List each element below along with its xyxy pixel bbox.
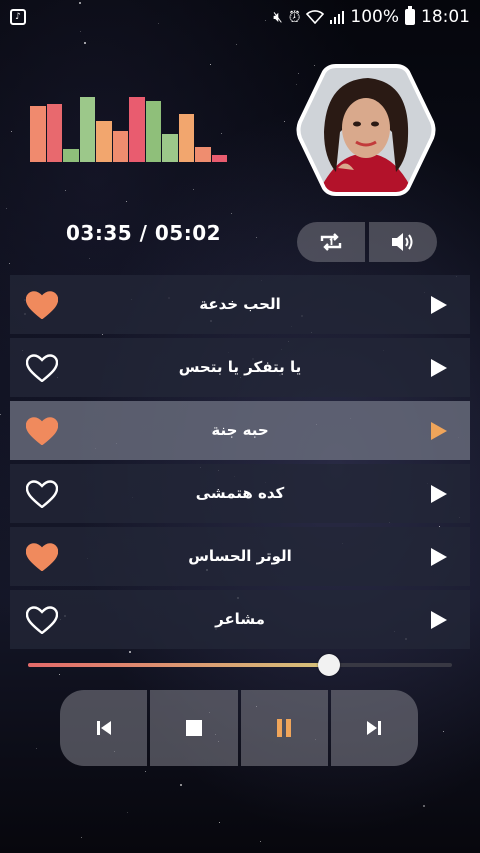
track-row[interactable]: كده هتمشى [10, 464, 470, 523]
equalizer-bar [79, 97, 95, 162]
heart-filled-icon[interactable] [25, 291, 59, 320]
track-row[interactable]: مشاعر [10, 590, 470, 649]
next-icon [367, 721, 382, 735]
track-title: حبه جنة [211, 421, 269, 439]
equalizer-bar [195, 147, 211, 162]
play-icon[interactable] [430, 295, 448, 315]
heart-outline-icon[interactable] [25, 606, 59, 635]
seek-bar[interactable] [28, 654, 452, 676]
equalizer-bar [145, 101, 161, 162]
track-title: الوتر الحساس [188, 547, 292, 565]
seek-progress [28, 663, 330, 667]
equalizer-bar [30, 106, 46, 162]
equalizer-bar [46, 104, 62, 162]
previous-icon [96, 721, 111, 735]
artist-avatar [296, 62, 436, 198]
battery-icon [405, 6, 415, 25]
heart-outline-icon[interactable] [25, 354, 59, 383]
repeat-one-icon [320, 233, 342, 251]
track-title: يا بتفكر يا بتحس [178, 358, 302, 376]
stop-icon [185, 720, 202, 736]
equalizer-bar [96, 121, 112, 162]
battery-percent: 100% [350, 7, 399, 27]
play-icon[interactable] [430, 421, 448, 441]
track-row[interactable]: يا بتفكر يا بتحس [10, 338, 470, 397]
equalizer-bar [178, 114, 194, 162]
equalizer-visualizer [30, 88, 230, 162]
track-row[interactable]: حبه جنة [10, 401, 470, 460]
alarm-icon: ⏰︎ [288, 8, 301, 26]
play-icon[interactable] [430, 484, 448, 504]
time-display: 03:35 / 05:02 [66, 221, 222, 245]
track-title: الحب خدعة [199, 295, 281, 313]
equalizer-bar [112, 131, 128, 162]
next-button[interactable] [330, 690, 418, 766]
status-bar: ♪ 🔇︎ ⏰︎ 100% 18:01 [0, 0, 480, 34]
pause-icon [277, 719, 292, 737]
equalizer-bar [211, 155, 227, 162]
seek-thumb[interactable] [318, 654, 341, 676]
track-row[interactable]: الوتر الحساس [10, 527, 470, 586]
track-row[interactable]: الحب خدعة [10, 275, 470, 334]
mute-icon: 🔇︎ [273, 8, 283, 26]
volume-icon [392, 233, 413, 251]
heart-outline-icon[interactable] [25, 480, 59, 509]
equalizer-bar [129, 97, 145, 162]
pause-button[interactable] [240, 690, 328, 766]
track-title: كده هتمشى [195, 484, 285, 502]
track-title: مشاعر [215, 610, 265, 628]
play-icon[interactable] [430, 547, 448, 567]
heart-filled-icon[interactable] [25, 543, 59, 572]
play-icon[interactable] [430, 358, 448, 378]
heart-filled-icon[interactable] [25, 417, 59, 446]
repeat-button[interactable] [297, 222, 365, 262]
equalizer-bar [162, 134, 178, 162]
track-list: الحب خدعة يا بتفكر يا بتحس حبه جنة كده هتمش… [10, 275, 470, 653]
previous-button[interactable] [60, 690, 148, 766]
play-icon[interactable] [430, 610, 448, 630]
wifi-icon [306, 10, 325, 24]
clock: 18:01 [421, 7, 470, 27]
volume-button[interactable] [369, 222, 437, 262]
app-notification-icon: ♪ [10, 9, 26, 25]
transport-controls [60, 690, 418, 766]
equalizer-bar [63, 149, 79, 162]
signal-icon [330, 11, 345, 24]
stop-button[interactable] [150, 690, 238, 766]
